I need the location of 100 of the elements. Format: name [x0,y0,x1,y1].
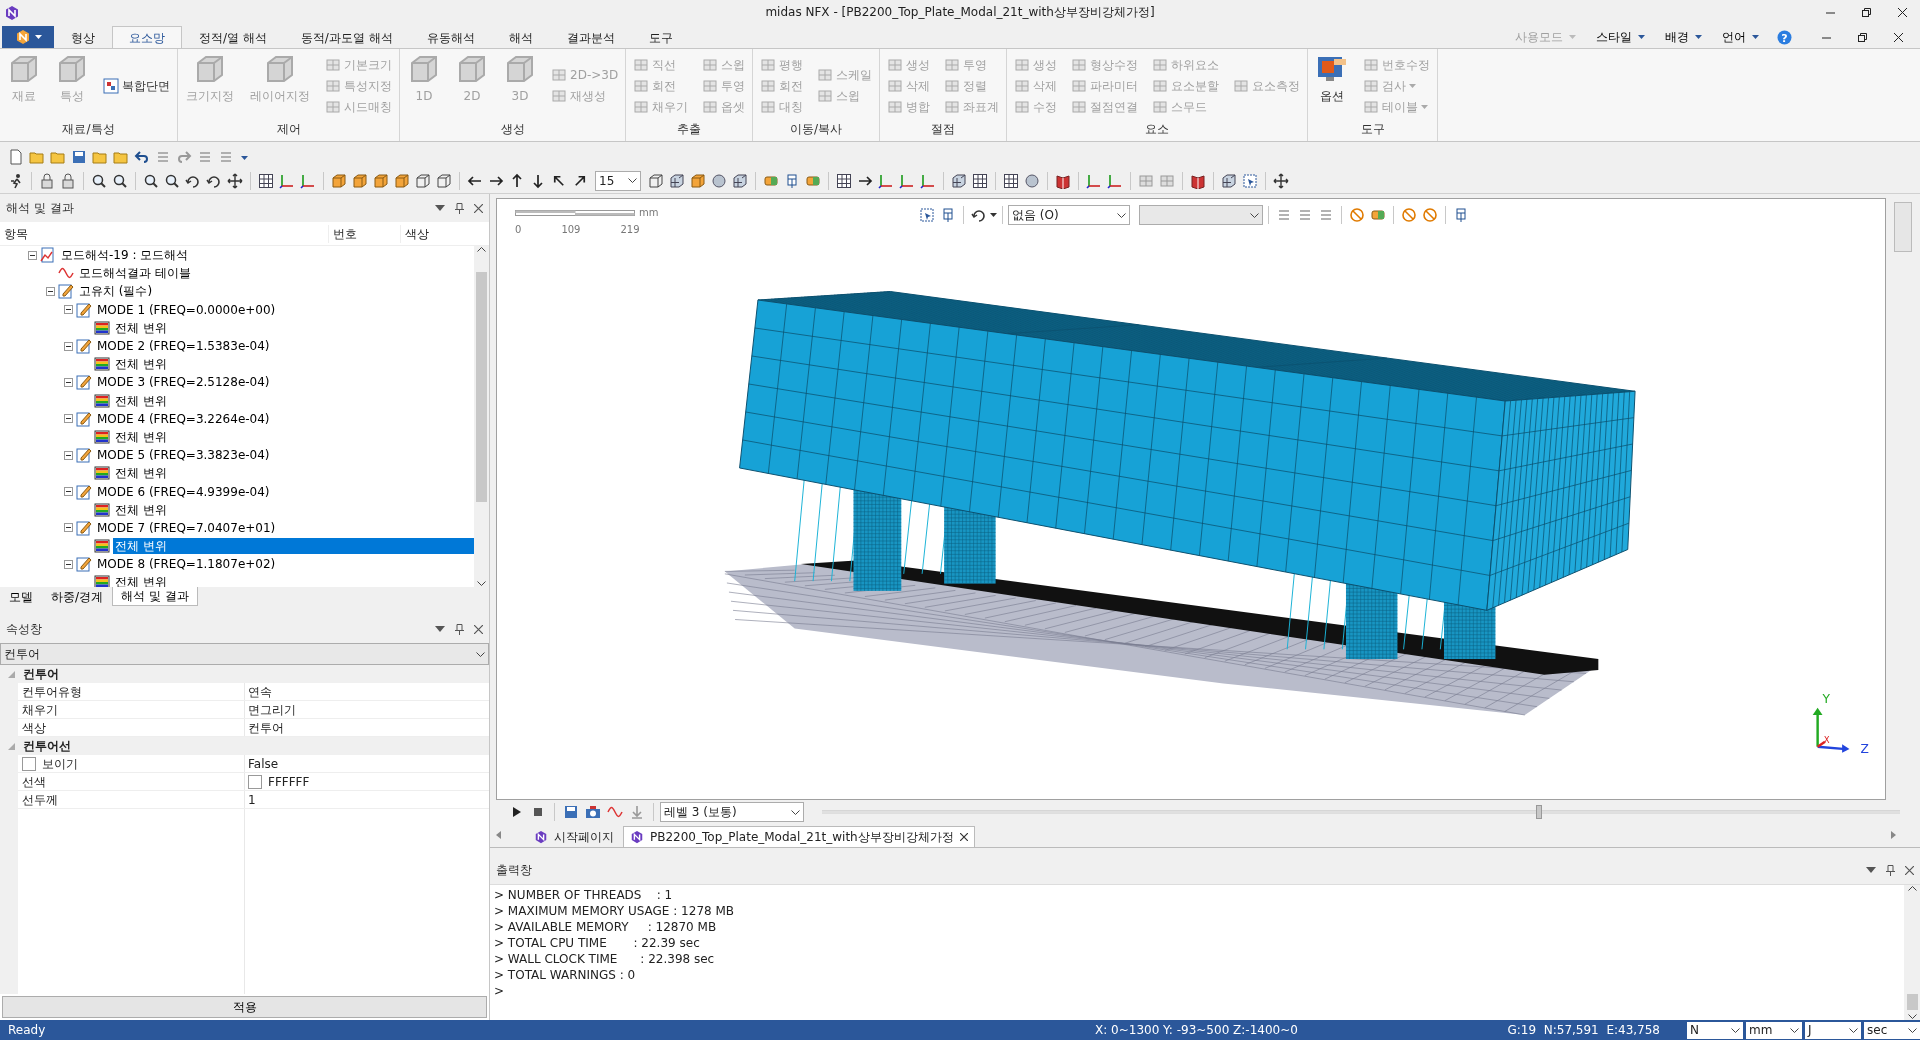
cube-icon [456,53,488,85]
tree-item[interactable]: 모드해석-19 : 모드해석 [59,247,191,264]
collapse-icon[interactable] [46,286,55,296]
unit-dropdown[interactable]: sec [1864,1021,1920,1039]
panel-tab[interactable]: 모델 [0,587,42,606]
collapse-icon[interactable] [64,305,73,315]
tool-icon [760,77,777,94]
unit-dropdown[interactable]: mm [1746,1021,1802,1039]
pin-icon[interactable] [455,623,464,635]
tree-item[interactable]: 전체 변위 [113,428,169,445]
tree-item[interactable]: MODE 8 (FREQ=1.1807e+02) [95,556,278,573]
slider-thumb[interactable] [1535,805,1542,819]
rainbow-icon [94,356,110,373]
tool-icon [817,88,834,104]
close-icon[interactable] [959,833,968,841]
group-label: 컨투어선 [23,738,71,755]
dropdown-icon[interactable] [1866,867,1876,873]
tree-item[interactable]: 전체 변위 [113,501,169,518]
scroll-up-icon[interactable] [477,246,486,252]
scrollbar[interactable] [474,246,489,587]
tool-icon [702,56,719,73]
checkbox[interactable] [22,756,36,771]
tool-icon [887,98,904,115]
model-counts: G:19 N:57,591 E:43,758 [1507,1022,1660,1039]
pencil-document-icon [76,483,92,500]
close-icon[interactable] [474,203,483,213]
ribbon-button[interactable]: 옵션 [1312,51,1353,120]
ribbon-tab[interactable]: 요소망 [112,26,182,48]
caret-right-icon[interactable] [1891,831,1896,839]
pencil-document-icon [76,410,92,427]
category-dropdown[interactable]: 컨투어 [0,643,489,665]
color-swatch[interactable] [248,774,262,789]
tree-item[interactable]: MODE 7 (FREQ=7.0407e+01) [95,519,278,536]
document-tab[interactable]: 시작페이지 [527,826,621,847]
ribbon-tab[interactable]: 도구 [631,26,690,48]
collapse-icon[interactable] [64,341,73,351]
tree-item[interactable]: 전체 변위 [113,319,169,336]
ribbon-tab[interactable]: 해석 [491,26,550,48]
close-icon[interactable] [1905,865,1914,875]
tree-item[interactable]: 고유치 (필수) [77,283,155,300]
pin-icon[interactable] [1886,864,1895,876]
menu-item[interactable]: 스타일 [1594,28,1647,46]
collapse-icon[interactable] [28,250,37,260]
forbidden-icon[interactable] [1420,205,1440,225]
menu-item[interactable]: 배경 [1663,28,1704,46]
group-label: 도구 [1359,121,1386,138]
forbidden-icon[interactable] [1347,205,1367,225]
help-icon[interactable]: ? [1777,29,1792,45]
tool-icon [633,77,650,94]
caret-icon [476,651,485,657]
scroll-down-icon[interactable] [477,581,486,587]
rainbow-icon [94,501,110,518]
tree-item[interactable]: 전체 변위 [113,356,169,373]
tree-item[interactable]: MODE 2 (FREQ=1.5383e-04) [95,338,272,355]
ribbon-tab[interactable]: 유동해석 [409,26,492,48]
dropdown-icon[interactable] [435,205,445,211]
forbidden-icon[interactable] [1399,205,1419,225]
tree-item[interactable]: MODE 6 (FREQ=4.9399e-04) [95,483,272,500]
ribbon-tab[interactable]: 동적/과도열 해석 [283,26,410,48]
collapse-icon[interactable] [64,559,73,569]
cube-icon [408,53,440,85]
dropdown-icon[interactable] [435,626,445,632]
scroll-up-icon[interactable] [1907,885,1917,891]
tree-item[interactable]: MODE 4 (FREQ=3.2264e-04) [95,410,272,427]
unit-dropdown[interactable]: N [1687,1021,1743,1039]
display-dropdown[interactable]: 없음 (O) [1008,205,1130,225]
scrollbar-thumb[interactable] [1906,994,1918,1010]
tree-item[interactable]: 모드해석결과 테이블 [77,265,193,282]
ribbon-button[interactable]: 복합단면 [100,75,173,96]
caret-icon [1908,1027,1917,1033]
scrollbar-thumb[interactable] [476,271,487,502]
tree-item[interactable]: MODE 5 (FREQ=3.3823e-04) [95,447,272,464]
apply-button[interactable]: 적용 [2,996,487,1018]
document-tab[interactable]: PB2200_Top_Plate_Modal_21t_with상부장비강체가정 [623,826,975,847]
caret-left-icon[interactable] [496,831,501,839]
tree-item[interactable]: MODE 3 (FREQ=2.5128e-04) [95,374,272,391]
menu-item[interactable]: 언어 [1720,28,1761,46]
tree-item[interactable]: 전체 변위 [113,465,169,482]
panel-tab[interactable]: 하중/경계 [42,587,113,606]
scroll-down-icon[interactable] [1907,1014,1917,1020]
close-icon[interactable] [474,624,483,634]
panel-tab[interactable]: 해석 및 결과 [112,587,198,606]
pencil-document-icon [76,338,92,355]
ribbon-tab[interactable]: 정적/열 해석 [182,26,284,48]
collapse-icon[interactable] [64,377,73,387]
level-dropdown[interactable]: 레벨 3 (보통) [660,802,804,822]
collapse-icon[interactable] [64,523,73,533]
collapse-icon[interactable] [64,450,73,460]
ribbon-tab[interactable]: 결과분석 [549,26,632,48]
app-menu-button[interactable] [2,26,54,48]
tree-item[interactable]: MODE 1 (FREQ=0.0000e+00) [95,301,278,318]
tree-item[interactable]: 전체 변위 [113,538,474,555]
scrollbar[interactable] [1904,885,1920,1020]
collapse-icon[interactable] [64,414,73,424]
collapse-icon[interactable] [64,487,73,497]
ribbon-tab[interactable]: 형상 [54,26,112,48]
unit-dropdown[interactable]: J [1805,1021,1861,1039]
pin-icon[interactable] [455,202,464,214]
tree-item[interactable]: 전체 변위 [113,392,169,409]
zoom-dropdown[interactable]: 15 [595,170,641,191]
